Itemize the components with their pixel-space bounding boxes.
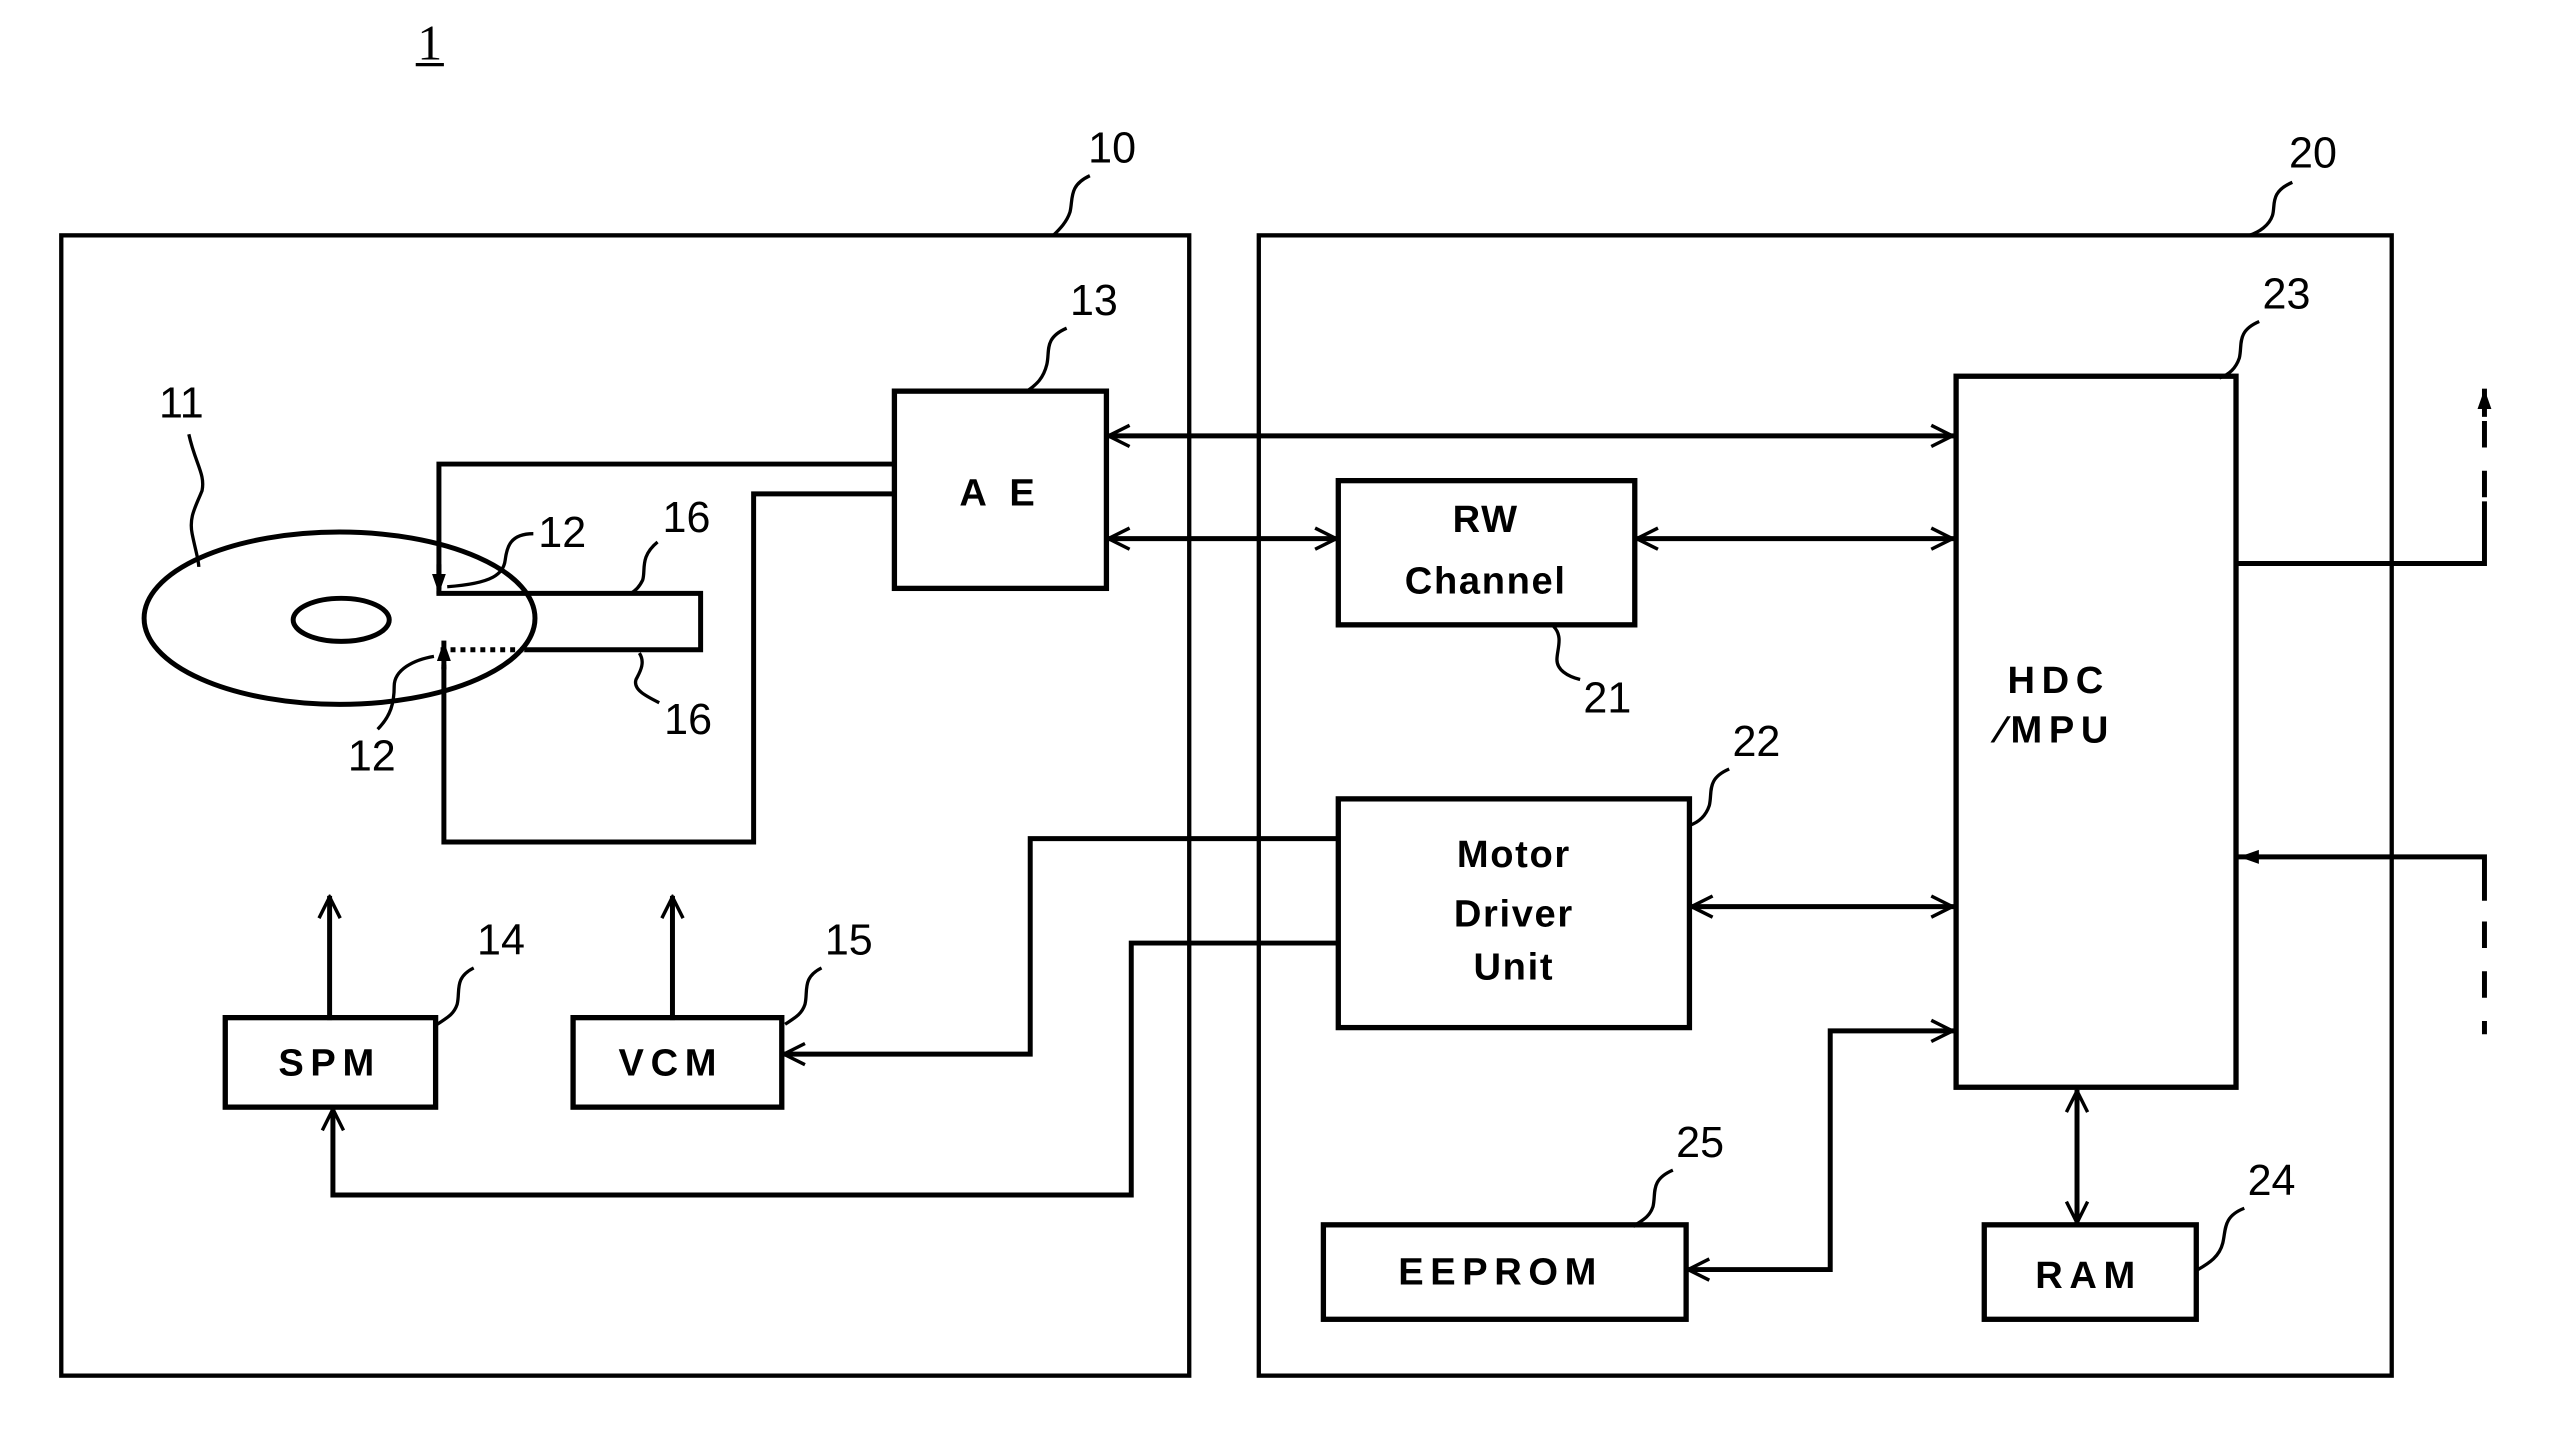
vcm-label: VCM bbox=[619, 1043, 724, 1085]
leader-line-25 bbox=[1632, 1168, 1674, 1228]
leader-line-15 bbox=[784, 966, 823, 1026]
disk-hub bbox=[290, 595, 392, 644]
rw-channel-label-line2: Channel bbox=[1405, 560, 1567, 602]
ram-label: RAM bbox=[2035, 1255, 2142, 1297]
rw-channel-block: RW Channel 21 bbox=[1335, 477, 1638, 723]
leader-line-21 bbox=[1552, 625, 1581, 682]
ram-block: RAM 24 bbox=[1981, 1157, 2296, 1322]
hdd-block-diagram: 1 10 20 11 16 16 12 12 A E 13 SPM 14 VCM… bbox=[59, 16, 2492, 1378]
leader-line-10 bbox=[1052, 174, 1091, 237]
leader-line-24 bbox=[2197, 1206, 2245, 1272]
spm-block: SPM 14 bbox=[222, 898, 525, 1110]
ref-label-11: 11 bbox=[159, 380, 204, 428]
ref-label-16-bottom: 16 bbox=[664, 696, 712, 744]
leader-line-14 bbox=[436, 966, 475, 1026]
ref-label-23: 23 bbox=[2263, 270, 2311, 318]
ref-label-24: 24 bbox=[2248, 1157, 2296, 1205]
leader-line-20 bbox=[2248, 180, 2294, 237]
hdc-to-host-line bbox=[2233, 501, 2487, 567]
disk-platter bbox=[141, 529, 538, 707]
arm-outline bbox=[436, 590, 704, 653]
ref-label-15: 15 bbox=[825, 917, 873, 965]
motor-driver-label-line3: Unit bbox=[1474, 947, 1555, 989]
eeprom-block: EEPROM 25 bbox=[1320, 1119, 1724, 1322]
leader-line-23 bbox=[2218, 320, 2260, 380]
hdc-mpu-block: HDC ∕MPU 23 bbox=[1953, 270, 2311, 1090]
leader-line-16-top bbox=[630, 540, 659, 595]
eeprom-label: EEPROM bbox=[1398, 1251, 1603, 1293]
leader-line-22 bbox=[1688, 767, 1730, 827]
eeprom-hdc-arrow bbox=[1689, 1031, 1951, 1270]
ref-label-21: 21 bbox=[1583, 675, 1631, 723]
ae-to-head-bottom-wire bbox=[441, 491, 897, 845]
ref-label-16-top: 16 bbox=[663, 494, 711, 542]
leader-line-12-top bbox=[447, 532, 534, 589]
host-to-hdc-line bbox=[2238, 849, 2487, 901]
motor-driver-label-line2: Driver bbox=[1454, 893, 1574, 935]
rw-channel-label-line1: RW bbox=[1453, 499, 1519, 541]
magnetic-disk: 11 bbox=[141, 380, 538, 707]
hdc-mpu-label-line1: HDC bbox=[2007, 660, 2109, 702]
figure-number: 1 bbox=[417, 16, 442, 71]
ae-label: A E bbox=[959, 472, 1041, 514]
hdc-mpu-label-line2: ∕MPU bbox=[1990, 710, 2115, 752]
ref-label-22: 22 bbox=[1733, 718, 1781, 766]
leader-line-16-bottom bbox=[633, 652, 660, 705]
leader-line-11 bbox=[187, 433, 205, 567]
motor-driver-block: Motor Driver Unit 22 bbox=[1335, 718, 1781, 1031]
ref-label-10: 10 bbox=[1088, 124, 1136, 172]
ref-label-12-bottom: 12 bbox=[348, 733, 396, 781]
vcm-block: VCM 15 bbox=[570, 898, 873, 1110]
head-disk-assembly-block: 10 bbox=[59, 124, 1192, 1378]
ref-label-12-top: 12 bbox=[538, 509, 586, 557]
ref-label-25: 25 bbox=[1676, 1119, 1724, 1167]
spm-label: SPM bbox=[278, 1043, 380, 1085]
ref-label-13: 13 bbox=[1070, 277, 1118, 325]
motor-driver-label-line1: Motor bbox=[1457, 834, 1571, 876]
leader-line-12-bottom bbox=[376, 654, 435, 731]
ae-block: A E 13 bbox=[891, 277, 1118, 592]
ref-label-14: 14 bbox=[477, 917, 525, 965]
leader-line-13 bbox=[1025, 326, 1068, 393]
ref-label-20: 20 bbox=[2289, 129, 2337, 177]
